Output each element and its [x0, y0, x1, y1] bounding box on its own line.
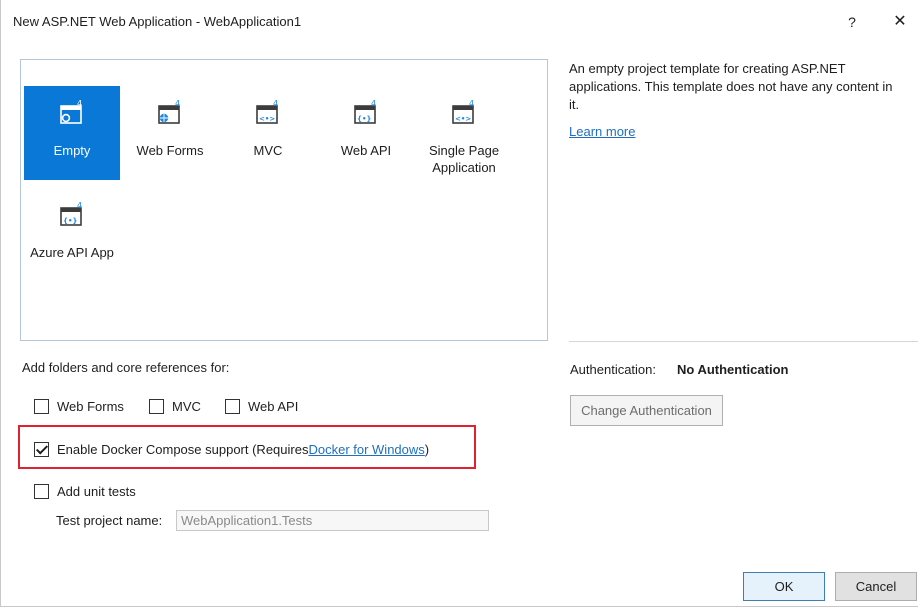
new-web-app-dialog: New ASP.NET Web Application - WebApplica… [0, 0, 918, 607]
template-label: Web API [340, 143, 392, 158]
web-api-option-label: Web API [248, 398, 299, 414]
web-api-checkbox[interactable] [225, 398, 240, 414]
web-forms-option-label: Web Forms [57, 398, 124, 414]
web-forms-option[interactable]: Web Forms [34, 397, 124, 415]
template-list: 4 Empty 4 Web Forms <•> 4 MVC {•} 4 Web … [20, 59, 548, 341]
mvc-option-label: MVC [172, 398, 201, 414]
close-button[interactable]: ✕ [887, 9, 913, 35]
template-label: Azure API App [30, 245, 114, 260]
learn-more-link[interactable]: Learn more [569, 124, 635, 139]
template-label: Web Forms [136, 143, 204, 158]
docker-for-windows-link[interactable]: Docker for Windows [308, 442, 424, 457]
docker-option[interactable]: Enable Docker Compose support (Requires … [34, 440, 429, 458]
window-title: New ASP.NET Web Application - WebApplica… [13, 14, 302, 29]
title-bar: New ASP.NET Web Application - WebApplica… [1, 0, 918, 44]
template-single-page-application[interactable]: <•> 4 Single Page Application [416, 86, 512, 180]
web-forms-template-icon: 4 [158, 99, 180, 124]
authentication-value: No Authentication [677, 362, 789, 377]
empty-template-icon: 4 [60, 99, 82, 124]
template-azure-api-app[interactable]: {•} 4 Azure API App [24, 188, 120, 282]
svg-text:<•>: <•> [259, 115, 275, 123]
svg-text:4: 4 [175, 99, 180, 108]
authentication-label: Authentication: [570, 362, 657, 377]
help-button[interactable]: ? [839, 9, 865, 35]
unit-tests-option[interactable]: Add unit tests [34, 482, 136, 500]
template-label: Empty [53, 143, 91, 158]
unit-tests-checkbox[interactable] [34, 483, 49, 499]
test-project-name-label: Test project name: [56, 513, 163, 528]
svg-text:{•}: {•} [63, 217, 77, 225]
azure-api-app-template-icon: {•} 4 [60, 201, 82, 226]
template-empty[interactable]: 4 Empty [24, 86, 120, 180]
spa-template-icon: <•> 4 [452, 99, 474, 124]
svg-text:{•}: {•} [357, 115, 371, 123]
template-web-api[interactable]: {•} 4 Web API [318, 86, 414, 180]
template-description: An empty project template for creating A… [569, 61, 893, 112]
change-authentication-button[interactable]: Change Authentication [570, 395, 723, 426]
template-label: Single Page Application [428, 143, 500, 175]
template-label: MVC [253, 143, 283, 158]
svg-text:<•>: <•> [455, 115, 471, 123]
mvc-checkbox[interactable] [149, 398, 164, 414]
folders-label: Add folders and core references for: [22, 360, 230, 375]
mvc-option[interactable]: MVC [149, 397, 201, 415]
template-mvc[interactable]: <•> 4 MVC [220, 86, 316, 180]
docker-option-suffix: ) [424, 441, 430, 457]
svg-text:4: 4 [77, 201, 82, 210]
divider [569, 341, 918, 342]
svg-text:4: 4 [371, 99, 376, 108]
template-web-forms[interactable]: 4 Web Forms [122, 86, 218, 180]
web-api-option[interactable]: Web API [225, 397, 298, 415]
unit-tests-label: Add unit tests [57, 483, 136, 499]
cancel-button[interactable]: Cancel [835, 572, 917, 601]
docker-option-label: Enable Docker Compose support (Requires [57, 441, 309, 457]
ok-button[interactable]: OK [743, 572, 825, 601]
web-forms-checkbox[interactable] [34, 398, 49, 414]
svg-text:4: 4 [469, 99, 474, 108]
docker-checkbox[interactable] [34, 441, 49, 457]
test-project-name-input[interactable] [176, 510, 489, 531]
mvc-template-icon: <•> 4 [256, 99, 278, 124]
svg-text:4: 4 [273, 99, 278, 108]
web-api-template-icon: {•} 4 [354, 99, 376, 124]
svg-text:4: 4 [77, 99, 82, 108]
